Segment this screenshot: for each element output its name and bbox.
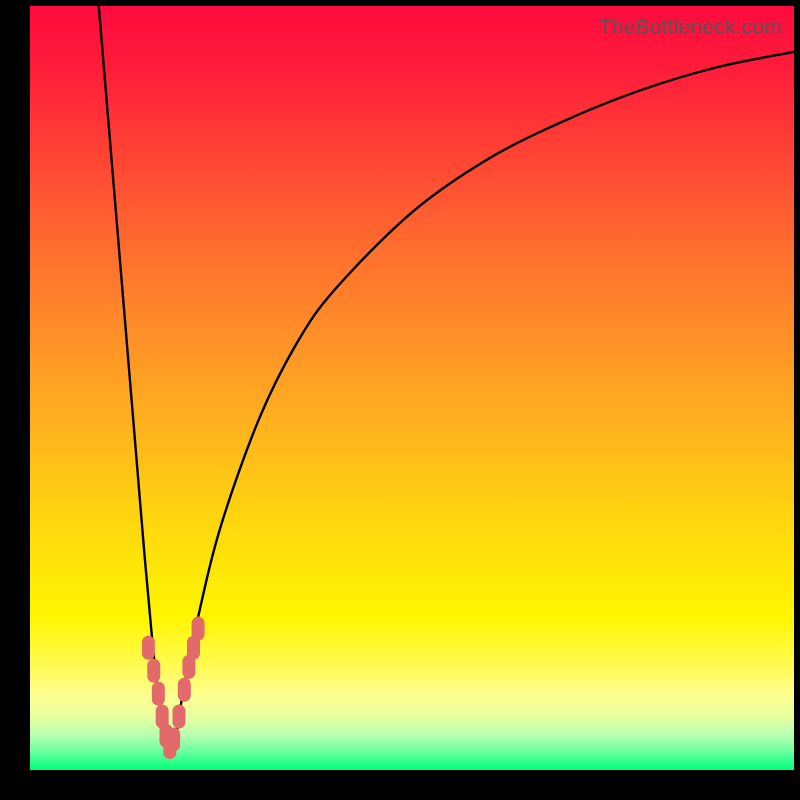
highlight-marker — [178, 678, 191, 702]
highlight-marker — [142, 636, 155, 660]
highlight-marker — [147, 659, 160, 683]
highlight-marker — [172, 705, 185, 729]
highlight-marker — [192, 617, 205, 641]
highlight-markers — [142, 617, 205, 759]
curve-layer — [30, 6, 794, 770]
highlight-marker — [167, 727, 180, 751]
chart-frame: TheBottleneck.com — [0, 0, 800, 800]
bottleneck-curve-path — [99, 6, 794, 756]
highlight-marker — [152, 682, 165, 706]
plot-area: TheBottleneck.com — [30, 6, 794, 770]
